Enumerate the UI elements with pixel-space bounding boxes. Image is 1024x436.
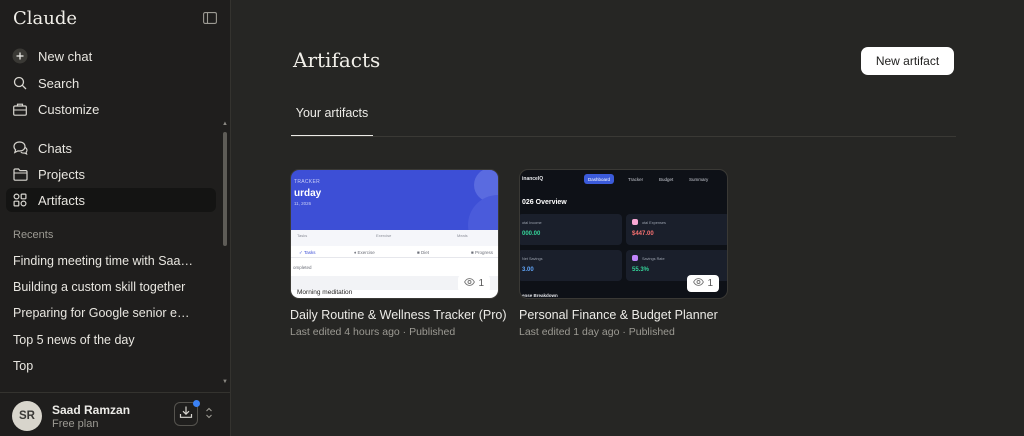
- nav-label: Search: [38, 75, 80, 91]
- briefcase-icon: [12, 101, 28, 117]
- preview-stat: Exercise: [376, 233, 392, 238]
- artifact-thumbnail[interactable]: inanceIQ Dashboard Tracker Budget Summar…: [519, 169, 728, 299]
- preview-nav: inanceIQ Dashboard Tracker Budget Summar…: [520, 170, 727, 188]
- preview-stat-label: otal Income: [522, 221, 542, 225]
- sidebar-scrollbar-thumb[interactable]: [223, 132, 227, 246]
- preview-stat-value: 55.3%: [632, 267, 650, 273]
- eye-icon: [464, 278, 476, 289]
- artifact-card[interactable]: inanceIQ Dashboard Tracker Budget Summar…: [519, 169, 728, 338]
- preview-heading: 026 Overview: [522, 199, 567, 206]
- preview-stat-value: 000.00: [522, 231, 541, 237]
- scroll-up-arrow[interactable]: ▲: [222, 121, 228, 127]
- preview-section-label: ompleted: [293, 265, 312, 270]
- avatar[interactable]: SR: [12, 401, 42, 431]
- preview-nav-item: Budget: [659, 176, 674, 182]
- preview-header: TRACKER urday 11, 2026: [291, 170, 498, 255]
- preview-stat-box: Net Savings 3.00: [520, 250, 622, 281]
- preview-kicker: TRACKER: [294, 179, 320, 185]
- preview-breakdown-label: ense Breakdown: [522, 293, 558, 298]
- views-count: 1: [707, 278, 713, 289]
- user-name: Saad Ramzan: [52, 403, 131, 417]
- sidebar-item-artifacts[interactable]: Artifacts: [6, 188, 216, 212]
- search-button[interactable]: Search: [6, 71, 216, 95]
- artifact-meta: Last edited 4 hours ago · Published: [290, 326, 456, 338]
- savings-icon: [632, 255, 638, 261]
- new-chat-button[interactable]: New chat: [6, 44, 216, 68]
- preview-nav-item: Tracker: [628, 176, 644, 182]
- artifacts-grid-icon: [12, 192, 28, 208]
- artifact-card[interactable]: TRACKER urday 11, 2026 Tasks Exercise Me…: [290, 169, 507, 338]
- tabs-divider: [291, 136, 956, 137]
- chat-bubbles-icon: [12, 140, 28, 156]
- new-artifact-button[interactable]: New artifact: [861, 47, 954, 75]
- scroll-down-arrow[interactable]: ▼: [222, 379, 228, 385]
- preview-tab: ♦ Exercise: [354, 250, 375, 255]
- views-count: 1: [478, 278, 484, 289]
- recent-chat-item[interactable]: Top 5 news of the day: [13, 333, 196, 347]
- views-badge: 1: [687, 275, 719, 292]
- preview-stat-label: Net Savings: [522, 257, 543, 261]
- page-title: Artifacts: [293, 48, 381, 72]
- app-logo[interactable]: Claude: [13, 8, 77, 29]
- plus-icon: [12, 48, 28, 64]
- preview-stat-value: $447.00: [632, 231, 654, 237]
- preview-stat-value: 3.00: [522, 267, 534, 273]
- sidebar: Claude New chat Search Customize Chats P…: [0, 0, 231, 436]
- preview-stats: Tasks Exercise Meals: [291, 230, 498, 246]
- preview-tab: ■ Progress: [471, 250, 493, 255]
- preview-nav-item: Summary: [689, 176, 709, 182]
- user-plan: Free plan: [52, 418, 99, 430]
- notification-dot: [193, 400, 200, 407]
- folder-icon: [12, 166, 28, 182]
- preview-day: urday: [294, 188, 322, 199]
- artifact-meta: Last edited 1 day ago · Published: [519, 326, 675, 338]
- download-app-button[interactable]: [174, 400, 200, 426]
- chevron-updown-icon[interactable]: [205, 406, 213, 424]
- preview-stat: Tasks: [297, 233, 308, 238]
- preview-stat-box: otal Income 000.00: [520, 214, 622, 245]
- sidebar-toggle-icon[interactable]: [203, 11, 217, 29]
- expense-icon: [632, 219, 638, 225]
- nav-label: Customize: [38, 101, 100, 117]
- artifact-title[interactable]: Personal Finance & Budget Planner: [519, 308, 728, 322]
- preview-brand: inanceIQ: [522, 176, 544, 182]
- nav-label: Chats: [38, 140, 72, 156]
- recent-chat-item[interactable]: Preparing for Google senior engi...: [13, 306, 196, 320]
- recent-chat-item[interactable]: Building a custom skill together: [13, 280, 196, 294]
- recents-heading: Recents: [13, 229, 54, 241]
- nav-label: Projects: [38, 166, 85, 182]
- sidebar-item-projects[interactable]: Projects: [6, 162, 216, 186]
- preview-date: 11, 2026: [294, 201, 312, 206]
- preview-item: Morning meditation: [297, 289, 353, 296]
- preview-tab: ■ Diet: [417, 250, 429, 255]
- preview-nav-item: Dashboard: [584, 174, 615, 184]
- user-profile-section[interactable]: SR Saad Ramzan Free plan: [0, 392, 231, 436]
- artifact-title[interactable]: Daily Routine & Wellness Tracker (Pro): [290, 308, 507, 322]
- preview-tabs: ✓ Tasks ♦ Exercise ■ Diet ■ Progress: [291, 248, 498, 258]
- nav-label: New chat: [38, 48, 93, 64]
- recent-chat-item[interactable]: Top: [13, 359, 196, 373]
- search-icon: [12, 75, 28, 91]
- artifact-thumbnail[interactable]: TRACKER urday 11, 2026 Tasks Exercise Me…: [290, 169, 499, 299]
- recent-chat-item[interactable]: Finding meeting time with Saad ...: [13, 254, 196, 268]
- eye-icon: [693, 278, 705, 289]
- views-badge: 1: [458, 275, 490, 292]
- preview-stat-label: Savings Rate: [642, 257, 665, 261]
- customize-button[interactable]: Customize: [6, 97, 216, 121]
- download-icon: [179, 405, 193, 424]
- preview-stat-box: otal Expenses $447.00: [626, 214, 727, 245]
- tab-your-artifacts[interactable]: Your artifacts: [291, 106, 373, 137]
- preview-stat-label: otal Expenses: [642, 221, 666, 225]
- preview-stat: Meals: [457, 233, 468, 238]
- sidebar-item-chats[interactable]: Chats: [6, 136, 216, 160]
- preview-tab: ✓ Tasks: [299, 250, 316, 255]
- nav-label: Artifacts: [38, 192, 85, 208]
